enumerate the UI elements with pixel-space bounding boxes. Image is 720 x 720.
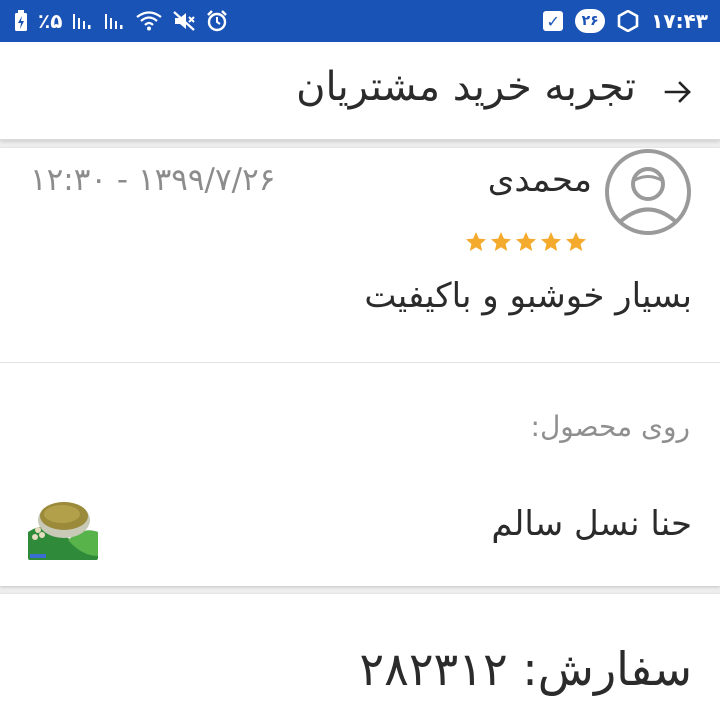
product-name[interactable]: حنا نسل سالم: [491, 504, 692, 544]
battery-percent: ٪۵: [38, 9, 63, 33]
page-title: تجربه خرید مشتریان: [296, 64, 636, 110]
star-icon: [491, 232, 511, 251]
product-thumbnail[interactable]: [28, 490, 98, 560]
reviewer-name: محمدی: [487, 160, 592, 200]
battery-charging-icon: [14, 10, 28, 32]
review-text: بسیار خوشبو و باکیفیت: [364, 276, 692, 316]
notification-count-badge: ۲۶: [575, 9, 606, 33]
review-date: ۱۳۹۹/۷/۲۶ - ۱۲:۳۰: [30, 162, 276, 198]
app-toolbar: تجربه خرید مشتریان: [0, 42, 720, 140]
star-icon: [466, 232, 486, 251]
star-icon: [541, 232, 561, 251]
status-time: ۱۷:۴۳: [651, 9, 708, 33]
mute-icon: [172, 10, 196, 32]
product-label: روی محصول:: [530, 410, 690, 443]
status-bar: ٪۵ ✓ ۲۶ ۱۷:۴۳: [0, 0, 720, 42]
user-avatar-icon: [604, 148, 692, 236]
signal-icon: [72, 11, 94, 31]
order-number: سفارش: ۲۸۲۳۱۲: [359, 642, 692, 696]
star-icon: [516, 232, 536, 251]
review-card: محمدی ۱۳۹۹/۷/۲۶ - ۱۲:۳۰ بسیار خوشبو و با…: [0, 148, 720, 586]
divider: [0, 362, 720, 363]
signal-icon: [104, 11, 126, 31]
star-icon: [566, 232, 586, 251]
check-icon: ✓: [543, 11, 564, 31]
status-bar-right: ✓ ۲۶ ۱۷:۴۳: [543, 8, 708, 34]
alarm-icon: [206, 10, 228, 32]
status-bar-left: ٪۵: [14, 8, 228, 34]
rating-stars: [464, 230, 588, 254]
arrow-right-icon[interactable]: [662, 76, 694, 108]
order-card: سفارش: ۲۸۲۳۱۲: [0, 594, 720, 720]
wifi-icon: [136, 11, 163, 31]
hexagon-icon: [617, 10, 639, 32]
